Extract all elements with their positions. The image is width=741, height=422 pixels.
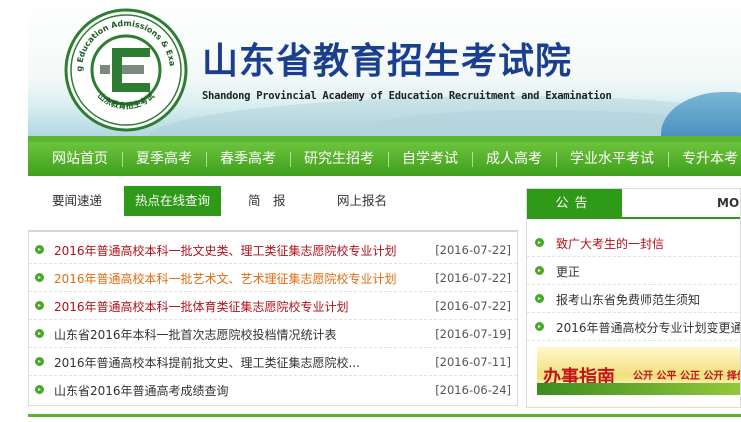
news-link[interactable]: 2016年普通高校本科提前批文史、理工类征集志愿院校... [54, 354, 360, 371]
tab-news[interactable]: 要闻速递 [52, 186, 102, 216]
list-item: ▸ 山东省2016年普通高考成绩查询 [2016-06-24] [29, 376, 517, 404]
academy-logo-icon: Shandong Education Admissions & Examinat… [64, 8, 188, 132]
banner-strip [537, 383, 740, 395]
header-banner: Shandong Education Admissions & Examinat… [28, 0, 741, 142]
announcement-panel: 公告 MOR ▸ 致广大考生的一封信 ▸ 更正 ▸ 报考山东省免费师范生须知 ▸… [526, 188, 741, 408]
announcement-link[interactable]: 2016年普通高校分专业计划变更通知 [556, 319, 740, 336]
list-item: ▸ 致广大考生的一封信 [527, 229, 740, 257]
more-link[interactable]: MOR [717, 196, 740, 210]
arrow-bullet-icon: ▸ [35, 385, 44, 394]
nav-item-proficiency-exam[interactable]: 学业水平考试 [556, 142, 668, 176]
news-date: [2016-07-11] [435, 355, 511, 369]
list-item: ▸ 2016年普通高校本科一批文史类、理工类征集志愿院校专业计划 [2016-0… [29, 236, 517, 264]
news-list: ▸ 2016年普通高校本科一批文史类、理工类征集志愿院校专业计划 [2016-0… [28, 230, 518, 406]
arrow-bullet-icon: ▸ [35, 273, 44, 282]
news-date: [2016-06-24] [435, 383, 511, 397]
arrow-bullet-icon: ▸ [35, 245, 44, 254]
page-root: { "header": { "title_cn": "山东省教育招生考试院", … [0, 0, 741, 422]
news-link[interactable]: 山东省2016年普通高考成绩查询 [54, 382, 229, 399]
nav-item-graduate-exam[interactable]: 研究生招考 [290, 142, 388, 176]
announcement-link[interactable]: 更正 [556, 263, 580, 280]
arrow-bullet-icon: ▸ [35, 301, 44, 310]
service-guide-banner[interactable]: 办事指南 公开 公平 公正 公开 择优 [537, 347, 741, 395]
arrow-bullet-icon: ▸ [535, 238, 544, 247]
tab-brief[interactable]: 简 报 [248, 186, 286, 216]
list-item: ▸ 报考山东省免费师范生须知 [527, 285, 740, 313]
main-nav: 网站首页 夏季高考 春季高考 研究生招考 自学考试 成人高考 学业水平考试 专升… [28, 142, 741, 176]
news-date: [2016-07-22] [435, 271, 511, 285]
tab-online-register[interactable]: 网上报名 [337, 186, 387, 216]
arrow-bullet-icon: ▸ [35, 357, 44, 366]
news-link[interactable]: 2016年普通高校本科一批文史类、理工类征集志愿院校专业计划 [54, 242, 397, 259]
site-subtitle: Shandong Provincial Academy of Education… [202, 90, 612, 102]
footer-divider [28, 414, 741, 417]
banner-slogan: 公开 公平 公正 公开 择优 [633, 371, 741, 382]
news-link[interactable]: 山东省2016年本科一批首次志愿院校投档情况统计表 [54, 326, 337, 343]
nav-item-summer-exam[interactable]: 夏季高考 [122, 142, 206, 176]
site-title: 山东省教育招生考试院 [202, 41, 573, 82]
announcement-header: 公告 MOR [527, 189, 740, 219]
news-tabs: 要闻速递 热点在线查询 简 报 网上报名 [28, 186, 518, 216]
news-date: [2016-07-19] [435, 327, 511, 341]
nav-item-home[interactable]: 网站首页 [28, 142, 122, 176]
list-item: ▸ 2016年普通高校本科提前批文史、理工类征集志愿院校... [2016-07… [29, 348, 517, 376]
news-link[interactable]: 2016年普通高校本科一批艺术文、艺术理征集志愿院校专业计划 [54, 270, 397, 287]
list-item: ▸ 2016年普通高校本科一批艺术文、艺术理征集志愿院校专业计划 [2016-0… [29, 264, 517, 292]
nav-item-adult-exam[interactable]: 成人高考 [472, 142, 556, 176]
news-date: [2016-07-22] [435, 243, 511, 257]
nav-item-spring-exam[interactable]: 春季高考 [206, 142, 290, 176]
arrow-bullet-icon: ▸ [535, 266, 544, 275]
announcement-link[interactable]: 报考山东省免费师范生须知 [556, 291, 700, 308]
arrow-bullet-icon: ▸ [35, 329, 44, 338]
arrow-bullet-icon: ▸ [535, 322, 544, 331]
list-item: ▸ 2016年普通高校本科一批体育类征集志愿院校专业计划 [2016-07-22… [29, 292, 517, 320]
announcement-tab[interactable]: 公告 [527, 189, 622, 219]
news-link[interactable]: 2016年普通高校本科一批体育类征集志愿院校专业计划 [54, 298, 349, 315]
list-item: ▸ 更正 [527, 257, 740, 285]
tab-hot-query[interactable]: 热点在线查询 [124, 186, 222, 216]
banner-mountain [661, 92, 741, 142]
list-item: ▸ 山东省2016年本科一批首次志愿院校投档情况统计表 [2016-07-19] [29, 320, 517, 348]
nav-item-upgrade-exam[interactable]: 专升本考 [668, 142, 741, 176]
arrow-bullet-icon: ▸ [535, 294, 544, 303]
news-date: [2016-07-22] [435, 299, 511, 313]
nav-item-self-study[interactable]: 自学考试 [388, 142, 472, 176]
announcement-link[interactable]: 致广大考生的一封信 [556, 235, 664, 252]
list-item: ▸ 2016年普通高校分专业计划变更通知 [527, 313, 740, 341]
